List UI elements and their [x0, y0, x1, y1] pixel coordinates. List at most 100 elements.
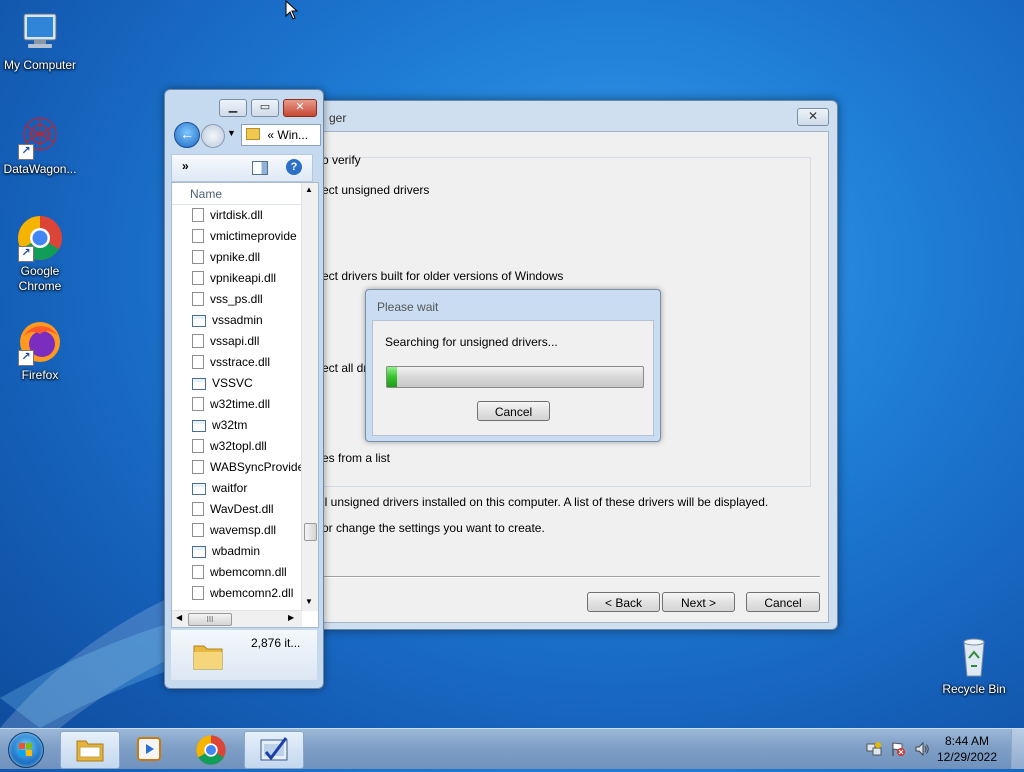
address-text: Win... — [277, 128, 309, 142]
dll-file-icon — [192, 397, 204, 411]
navigation-bar: ← ▼ « Win... — [171, 122, 321, 148]
list-item[interactable]: vssadmin — [192, 310, 263, 331]
minimize-button[interactable]: ▁ — [219, 99, 247, 117]
datawagon-icon: ↗ — [16, 112, 64, 160]
forward-arrow-icon[interactable] — [201, 124, 225, 148]
volume-icon[interactable] — [914, 741, 930, 757]
back-button[interactable]: < Back — [587, 592, 660, 612]
cancel-button[interactable]: Cancel — [746, 592, 820, 612]
desktop-icon-recycle-bin[interactable]: Recycle Bin — [934, 632, 1014, 697]
file-name: wbemcomn2.dll — [210, 586, 294, 600]
list-item[interactable]: w32topl.dll — [192, 436, 267, 457]
scroll-up-arrow-icon[interactable]: ▲ — [305, 185, 313, 194]
taskbar-driver-verifier[interactable] — [244, 731, 304, 769]
dialog-close-button[interactable]: ✕ — [797, 108, 829, 126]
file-name: vss_ps.dll — [210, 292, 263, 306]
file-name: vmictimeprovide — [210, 229, 297, 243]
list-item[interactable]: WABSyncProvide — [192, 457, 304, 478]
list-item[interactable]: wbemcomn2.dll — [192, 583, 293, 604]
list-item[interactable]: w32tm — [192, 415, 247, 436]
file-name: w32time.dll — [210, 397, 271, 411]
list-item[interactable]: VSSVC — [192, 373, 253, 394]
details-pane: 2,876 it... — [171, 630, 317, 680]
clock-date: 12/29/2022 — [936, 750, 998, 764]
list-item[interactable]: wavemsp.dll — [192, 520, 276, 541]
next-button[interactable]: Next > — [662, 592, 735, 612]
file-name: VSSVC — [212, 376, 253, 390]
dll-file-icon — [192, 292, 204, 306]
list-item[interactable]: vss_ps.dll — [192, 289, 263, 310]
file-name: vpnikeapi.dll — [210, 271, 277, 285]
recent-pages-chevron-icon[interactable]: ▼ — [227, 128, 236, 138]
list-item[interactable]: vpnike.dll — [192, 247, 260, 268]
dll-file-icon — [192, 250, 204, 264]
file-name: vssadmin — [212, 313, 263, 327]
please-wait-title: Please wait — [377, 300, 439, 314]
list-item[interactable]: vmictimeprovide — [192, 226, 297, 247]
description-line-2: or change the settings you want to creat… — [322, 521, 545, 535]
list-item[interactable]: WavDest.dll — [192, 499, 274, 520]
desktop-icon-datawagon[interactable]: ↗ DataWagon... — [0, 112, 80, 177]
dll-file-icon — [192, 229, 204, 243]
scroll-right-arrow-icon[interactable]: ▶ — [288, 613, 294, 622]
shortcut-arrow-icon: ↗ — [18, 144, 34, 160]
scroll-down-arrow-icon[interactable]: ▼ — [305, 597, 313, 606]
back-arrow-icon[interactable]: ← — [174, 122, 200, 148]
list-item[interactable]: virtdisk.dll — [192, 205, 263, 226]
help-icon[interactable]: ? — [286, 159, 302, 175]
desktop-icon-label: DataWagon... — [3, 162, 77, 176]
vertical-scrollbar[interactable]: ▲ ▼ — [301, 183, 318, 611]
address-bar[interactable]: « Win... — [241, 124, 321, 146]
option-unsigned-drivers: ect unsigned drivers — [322, 183, 430, 197]
column-header-name[interactable]: Name — [172, 183, 302, 205]
recycle-bin-icon — [950, 632, 998, 680]
show-desktop-button[interactable] — [1011, 729, 1024, 769]
dll-file-icon — [192, 565, 204, 579]
desktop-icon-my-computer[interactable]: My Computer — [0, 8, 80, 73]
list-item[interactable]: w32time.dll — [192, 394, 270, 415]
file-name: w32topl.dll — [210, 439, 267, 453]
taskbar-chrome[interactable] — [182, 731, 240, 767]
list-item[interactable]: vssapi.dll — [192, 331, 259, 352]
mouse-cursor-icon — [285, 0, 299, 20]
list-item[interactable]: vsstrace.dll — [192, 352, 270, 373]
clock[interactable]: 8:44 AM 12/29/2022 — [932, 733, 1002, 765]
horizontal-scroll-thumb[interactable]: III — [188, 613, 232, 626]
description-line-1: ll unsigned drivers installed on this co… — [322, 495, 769, 509]
desktop-icon-label: Firefox — [21, 368, 59, 382]
chrome-icon: ↗ — [16, 214, 64, 262]
maximize-button[interactable]: ▭ — [251, 99, 279, 117]
desktop-icon-firefox[interactable]: ↗ Firefox — [0, 318, 80, 383]
shortcut-arrow-icon: ↗ — [18, 350, 34, 366]
file-name: wbemcomn.dll — [210, 565, 287, 579]
vertical-scroll-thumb[interactable] — [304, 523, 317, 541]
file-name: wbadmin — [212, 544, 261, 558]
desktop-icon-label: Google Chrome — [18, 264, 62, 293]
horizontal-scrollbar[interactable]: ◀ III ▶ — [172, 610, 302, 627]
scroll-left-arrow-icon[interactable]: ◀ — [176, 613, 182, 622]
network-icon[interactable] — [866, 741, 882, 757]
list-item[interactable]: wbadmin — [192, 541, 260, 562]
desktop-icon-label: My Computer — [3, 58, 77, 72]
list-item[interactable]: waitfor — [192, 478, 247, 499]
dll-file-icon — [192, 355, 204, 369]
taskbar-media-player[interactable] — [120, 731, 178, 767]
please-wait-dialog: Please wait Searching for unsigned drive… — [365, 289, 661, 442]
action-center-flag-icon[interactable] — [890, 741, 906, 757]
toolbar-more-button[interactable]: » — [182, 159, 189, 173]
taskbar-explorer[interactable] — [60, 731, 120, 769]
folder-icon — [246, 128, 260, 140]
file-name: waitfor — [212, 481, 248, 495]
list-item[interactable]: wbemcomn.dll — [192, 562, 287, 583]
desktop-icon-chrome[interactable]: ↗ Google Chrome — [0, 214, 80, 294]
list-item[interactable]: vpnikeapi.dll — [192, 268, 276, 289]
preview-pane-icon[interactable] — [252, 161, 268, 175]
start-button[interactable] — [4, 731, 48, 768]
close-button[interactable]: ✕ — [283, 99, 317, 117]
file-name: virtdisk.dll — [210, 208, 263, 222]
firefox-icon: ↗ — [16, 318, 64, 366]
please-wait-cancel-button[interactable]: Cancel — [477, 401, 550, 421]
dll-file-icon — [192, 208, 204, 222]
progress-fill — [387, 367, 398, 387]
verifier-icon — [260, 737, 288, 761]
